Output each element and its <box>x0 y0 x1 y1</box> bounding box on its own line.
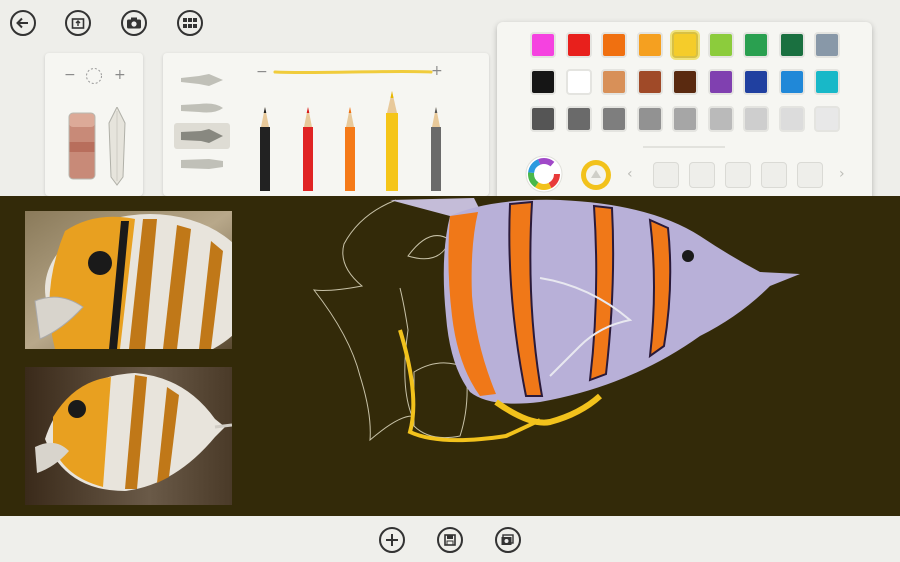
eraser-size-increase[interactable]: + <box>114 68 126 82</box>
butterflyfish-photo <box>25 211 232 349</box>
yellow-pencil[interactable] <box>383 89 401 193</box>
red-pencil[interactable] <box>300 105 316 193</box>
reference-photo-1[interactable] <box>25 211 232 349</box>
share-photo-button[interactable] <box>495 527 521 553</box>
color-swatch[interactable] <box>707 69 734 95</box>
custom-colors-prev[interactable]: ‹ <box>627 167 633 181</box>
black-pencil[interactable] <box>257 105 273 193</box>
bottom-app-bar <box>0 516 900 562</box>
gallery-grid-icon <box>183 18 197 28</box>
gallery-button[interactable] <box>177 10 203 36</box>
drawing-canvas[interactable] <box>0 196 900 516</box>
color-swatch[interactable] <box>601 32 627 58</box>
color-swatch[interactable] <box>778 69 805 95</box>
eraser-panel: − + <box>45 53 143 196</box>
gray-pencil[interactable] <box>428 105 444 193</box>
camera-button[interactable] <box>121 10 147 36</box>
orange-pencil[interactable] <box>342 105 358 193</box>
import-photo-icon <box>71 18 85 29</box>
back-arrow-icon <box>16 17 28 29</box>
fish-drawing <box>312 198 800 443</box>
custom-color-slot[interactable] <box>689 162 715 188</box>
color-swatch[interactable] <box>707 32 734 58</box>
photos-icon <box>501 534 514 545</box>
custom-color-slot[interactable] <box>725 162 751 188</box>
color-palette-panel: ‹ › <box>497 22 872 210</box>
chisel-brush-icon <box>181 129 223 143</box>
custom-colors-divider <box>643 146 725 148</box>
color-swatch[interactable] <box>636 106 663 132</box>
color-swatch[interactable] <box>743 32 769 58</box>
butterflyfish-photo <box>25 367 232 505</box>
chisel-brush-button[interactable] <box>174 123 230 149</box>
color-swatch[interactable] <box>743 106 769 132</box>
color-swatch[interactable] <box>707 106 734 132</box>
color-picker-icon[interactable] <box>579 158 613 192</box>
stroke-size-preview <box>273 69 433 75</box>
brush-size-indicator-icon <box>86 68 102 84</box>
color-swatch[interactable] <box>814 32 840 58</box>
round-brush-icon[interactable] <box>179 99 225 117</box>
custom-color-slot[interactable] <box>653 162 679 188</box>
color-swatch[interactable] <box>565 32 592 58</box>
reference-photo-2[interactable] <box>25 367 232 505</box>
custom-colors-next[interactable]: › <box>839 167 845 181</box>
color-swatch[interactable] <box>601 69 627 95</box>
color-swatch[interactable] <box>814 106 840 132</box>
color-swatch[interactable] <box>530 106 556 132</box>
eraser-icon[interactable] <box>65 108 101 183</box>
color-swatch[interactable] <box>778 106 805 132</box>
custom-color-slot[interactable] <box>761 162 787 188</box>
add-button[interactable] <box>379 527 405 553</box>
camera-icon <box>127 17 141 29</box>
save-icon <box>444 534 456 546</box>
color-swatch[interactable] <box>565 106 592 132</box>
color-swatch[interactable] <box>778 32 805 58</box>
pencil-panel: − + <box>163 53 489 196</box>
back-button[interactable] <box>10 10 36 36</box>
custom-color-slot[interactable] <box>797 162 823 188</box>
color-swatch[interactable] <box>636 32 663 58</box>
import-button[interactable] <box>65 10 91 36</box>
pencil-size-decrease[interactable]: − <box>256 65 268 79</box>
color-swatch[interactable] <box>601 106 627 132</box>
color-wheel-icon[interactable] <box>525 155 563 193</box>
top-toolbar: − + − + ‹ › <box>0 0 900 210</box>
save-button[interactable] <box>437 527 463 553</box>
flat-brush-icon[interactable] <box>179 155 225 173</box>
blending-stump-icon[interactable] <box>107 107 127 187</box>
color-swatch[interactable] <box>743 69 769 95</box>
color-swatch[interactable] <box>672 106 698 132</box>
add-icon <box>386 534 398 546</box>
color-swatch[interactable] <box>530 32 556 58</box>
color-swatch[interactable] <box>530 69 556 95</box>
fine-brush-icon[interactable] <box>179 71 225 89</box>
color-swatch[interactable] <box>814 69 840 95</box>
pencil-size-increase[interactable]: + <box>431 64 443 78</box>
color-swatch[interactable] <box>672 32 698 58</box>
color-swatch[interactable] <box>672 69 698 95</box>
color-swatch[interactable] <box>636 69 663 95</box>
color-swatch[interactable] <box>565 69 592 95</box>
eraser-size-decrease[interactable]: − <box>64 68 76 82</box>
